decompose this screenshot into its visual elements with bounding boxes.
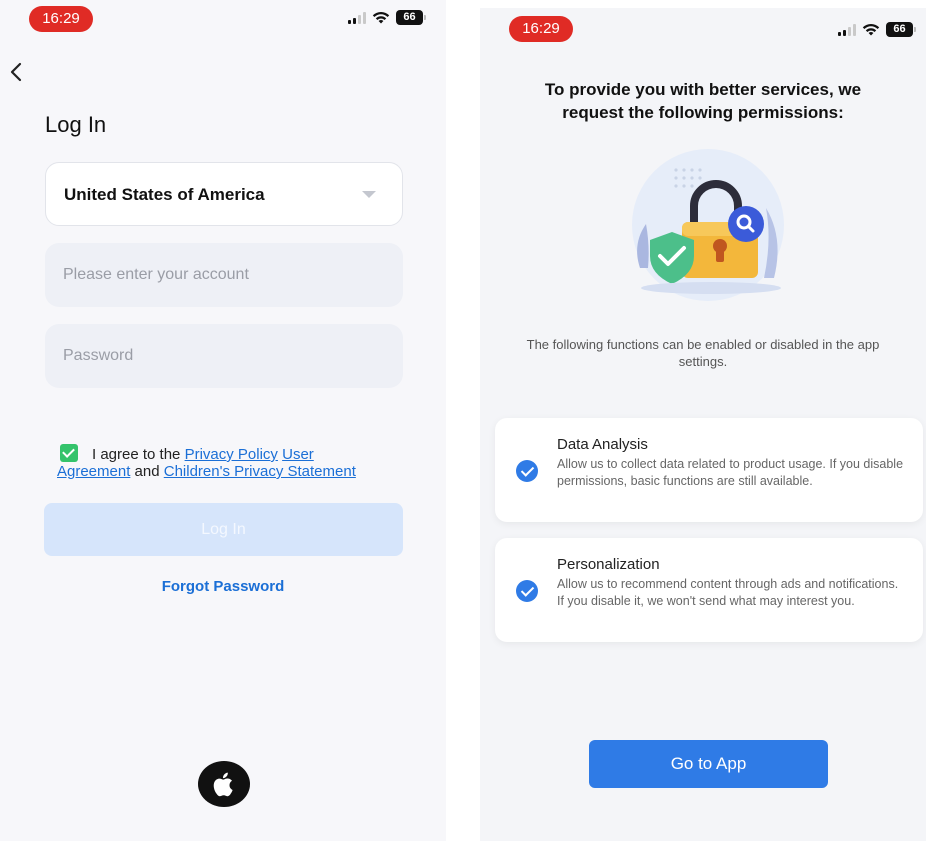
account-input[interactable]: Please enter your account [45,243,403,307]
apple-icon [213,772,233,797]
status-time: 16:29 [29,6,93,32]
permission-card-personalization[interactable]: Personalization Allow us to recommend co… [495,538,923,642]
checkmark-circle-icon[interactable] [516,460,538,482]
permission-title: Personalization [557,556,660,573]
permission-title: Data Analysis [557,436,648,453]
account-placeholder: Please enter your account [63,266,249,283]
childrens-privacy-link[interactable]: Children's Privacy Statement [164,463,356,480]
lock-illustration-icon [632,149,784,301]
login-screen: 16:29 66 Log In United States of America… [0,0,446,841]
country-value: United States of America [64,185,265,204]
status-time: 16:29 [509,16,573,42]
status-icons: 66 [838,22,916,37]
country-select[interactable]: United States of America [45,162,403,226]
page-title: Log In [45,112,107,137]
forgot-password-link[interactable]: Forgot Password [0,578,446,595]
permission-description: Allow us to recommend content through ad… [557,577,899,608]
agree-checkbox[interactable] [60,444,78,462]
signal-icon [348,11,366,24]
password-placeholder: Password [63,347,134,364]
permissions-subtitle: The following functions can be enabled o… [526,337,880,369]
go-to-app-button[interactable]: Go to App [589,740,828,788]
battery-icon: 66 [886,22,916,37]
battery-icon: 66 [396,10,426,25]
permissions-screen: 16:29 66 To provide you with better serv… [480,8,926,841]
user-agreement-link-part2[interactable]: Agreement [57,463,130,480]
checkmark-circle-icon[interactable] [516,580,538,602]
user-agreement-link-part1[interactable]: User [282,446,314,463]
permission-description: Allow us to collect data related to prod… [557,457,904,488]
password-input[interactable]: Password [45,324,403,388]
wifi-icon [372,12,390,24]
agree-prefix: I agree to the [92,446,181,463]
permission-card-data-analysis[interactable]: Data Analysis Allow us to collect data r… [495,418,923,522]
apple-login-button[interactable] [198,761,250,807]
login-button[interactable]: Log In [44,503,403,556]
permissions-title: To provide you with better services, we … [544,80,862,122]
agreement-row: I agree to the Privacy Policy User Agree… [57,444,407,480]
status-icons: 66 [348,10,426,25]
agree-and: and [134,463,160,480]
privacy-policy-link[interactable]: Privacy Policy [185,446,278,463]
signal-icon [838,23,856,36]
chevron-down-icon [362,191,376,198]
wifi-icon [862,24,880,36]
back-arrow-icon[interactable] [6,58,28,86]
